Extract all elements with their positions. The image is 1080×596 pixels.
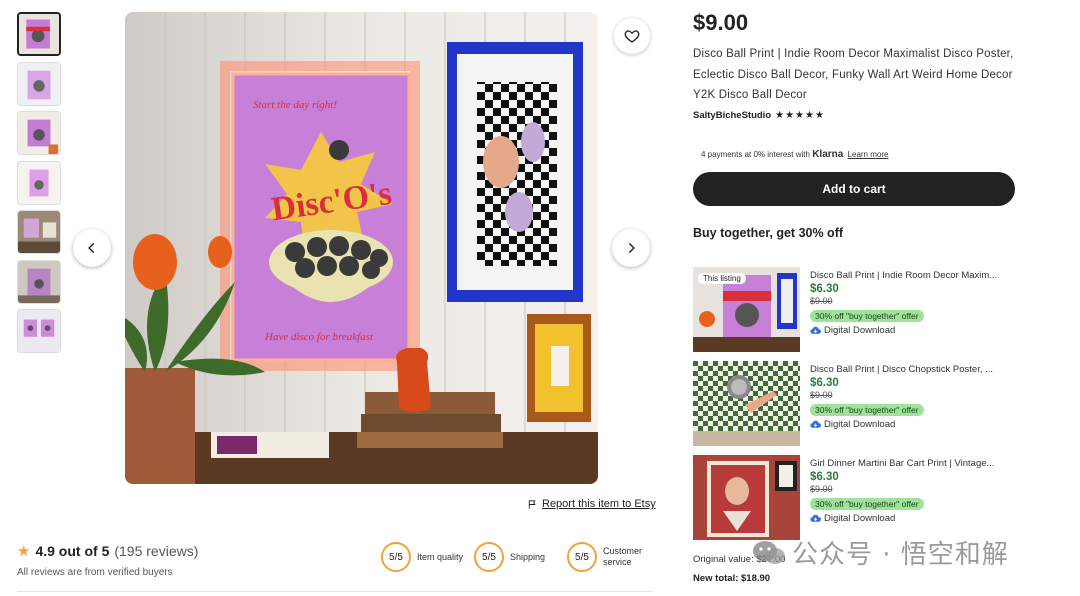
bundle-new-total: New total: $18.90 [693, 573, 771, 584]
bundle-item-original-price: $9.00 [810, 296, 833, 306]
chevron-left-icon [88, 242, 95, 254]
star-icon: ★ [17, 543, 31, 560]
metric-score: 5/5 [381, 542, 411, 572]
bundle-item-title[interactable]: Disco Ball Print | Disco Chopstick Poste… [810, 364, 1025, 375]
download-type-text: Digital Download [824, 513, 896, 524]
metric-label: Item quality [417, 551, 464, 562]
thumbnail-4[interactable] [17, 160, 61, 205]
main-product-image: Disc'O's Start the day right! Have disco… [125, 12, 598, 484]
bundle-item[interactable]: Girl Dinner Martini Bar Cart Print | Vin… [693, 455, 1023, 541]
klarna-info: 4 payments at 0% interest with Klarna Le… [701, 149, 1023, 160]
review-count[interactable]: (195 reviews) [114, 543, 198, 559]
klarna-learn-more-link[interactable]: Learn more [848, 150, 889, 159]
offer-badge: 30% off "buy together" offer [810, 404, 924, 416]
poster-top-text: Start the day right! [253, 99, 337, 111]
bundle-item-price: $6.30 [810, 377, 839, 389]
rating-score: 4.9 out of 5 [35, 543, 110, 559]
metric-score: 5/5 [567, 542, 597, 572]
bundle-item-image [693, 455, 800, 540]
thumbnail-5[interactable] [17, 210, 61, 254]
price: $9.00 [693, 10, 749, 35]
metric-item-quality: 5/5 Item quality [381, 542, 469, 572]
bundle-item[interactable]: This listing Disco Ball Print | Indie Ro… [693, 267, 1023, 353]
buy-together-heading: Buy together, get 30% off [693, 225, 844, 240]
digital-download-label: Digital Download [810, 513, 1025, 524]
bundle-item-original-price: $9.00 [810, 390, 833, 400]
chevron-right-icon [628, 242, 635, 254]
offer-badge: 30% off "buy together" offer [810, 310, 924, 322]
klarna-logo: Klarna [812, 148, 844, 160]
divider [17, 591, 653, 592]
download-type-text: Digital Download [824, 419, 896, 430]
this-listing-badge: This listing [698, 273, 746, 284]
cloud-download-icon [810, 326, 821, 334]
digital-download-label: Digital Download [810, 325, 1025, 336]
heart-icon [624, 30, 640, 43]
report-link[interactable]: Report this item to Etsy [527, 498, 656, 510]
thumbnail-7[interactable] [17, 309, 61, 353]
bundle-item-price: $6.30 [810, 283, 839, 295]
klarna-text: 4 payments at 0% interest with [701, 149, 810, 159]
review-summary: ★ 4.9 out of 5 (195 reviews) All reviews… [17, 542, 198, 578]
cloud-download-icon [810, 514, 821, 522]
bundle-item-price: $6.30 [810, 471, 839, 483]
download-type-text: Digital Download [824, 325, 896, 336]
digital-download-label: Digital Download [810, 419, 1025, 430]
thumbnail-6[interactable] [17, 259, 61, 304]
wechat-icon [753, 540, 785, 564]
metric-score: 5/5 [474, 542, 504, 572]
shop-rating-stars: ★★★★★ [775, 109, 825, 121]
next-image-button[interactable] [612, 229, 650, 267]
listing-info: $9.00 Disco Ball Print | Indie Room Deco… [693, 10, 1023, 240]
listing-title: Disco Ball Print | Indie Room Decor Maxi… [693, 48, 1014, 101]
poster-bottom-text: Have disco for breakfast [264, 331, 374, 343]
metric-label: Customer service [603, 546, 643, 567]
metric-label: Shipping [510, 551, 546, 562]
thumbnail-1[interactable] [17, 12, 61, 56]
thumbnail-3[interactable] [17, 111, 61, 155]
metric-customer-service: 5/5 Customer service [567, 542, 655, 572]
bundle-item-image [693, 361, 800, 446]
shop-name-link[interactable]: SaltyBicheStudio [693, 110, 771, 121]
bundle-item[interactable]: Disco Ball Print | Disco Chopstick Poste… [693, 361, 1023, 447]
report-link-text[interactable]: Report this item to Etsy [542, 498, 656, 510]
previous-image-button[interactable] [73, 229, 111, 267]
thumbnail-strip [17, 12, 61, 359]
offer-badge: 30% off "buy together" offer [810, 498, 924, 510]
watermark-text: 公众号 · 悟空和解 [792, 540, 1009, 570]
bundle-item-image: This listing [693, 267, 800, 352]
cloud-download-icon [810, 420, 821, 428]
bundle-item-title[interactable]: Disco Ball Print | Indie Room Decor Maxi… [810, 270, 1025, 281]
shop-info: SaltyBicheStudio ★★★★★ [693, 110, 1023, 121]
verified-note: All reviews are from verified buyers [17, 567, 173, 578]
thumbnail-2[interactable] [17, 61, 61, 106]
watermark: 公众号 · 悟空和解 [752, 534, 1009, 571]
add-to-cart-button[interactable]: Add to cart [693, 171, 1015, 206]
bundle-item-title[interactable]: Girl Dinner Martini Bar Cart Print | Vin… [810, 458, 1025, 469]
metric-shipping: 5/5 Shipping [474, 542, 562, 572]
bundle-item-original-price: $9.00 [810, 484, 833, 494]
flag-icon [528, 499, 536, 509]
favorite-button[interactable] [614, 18, 650, 54]
